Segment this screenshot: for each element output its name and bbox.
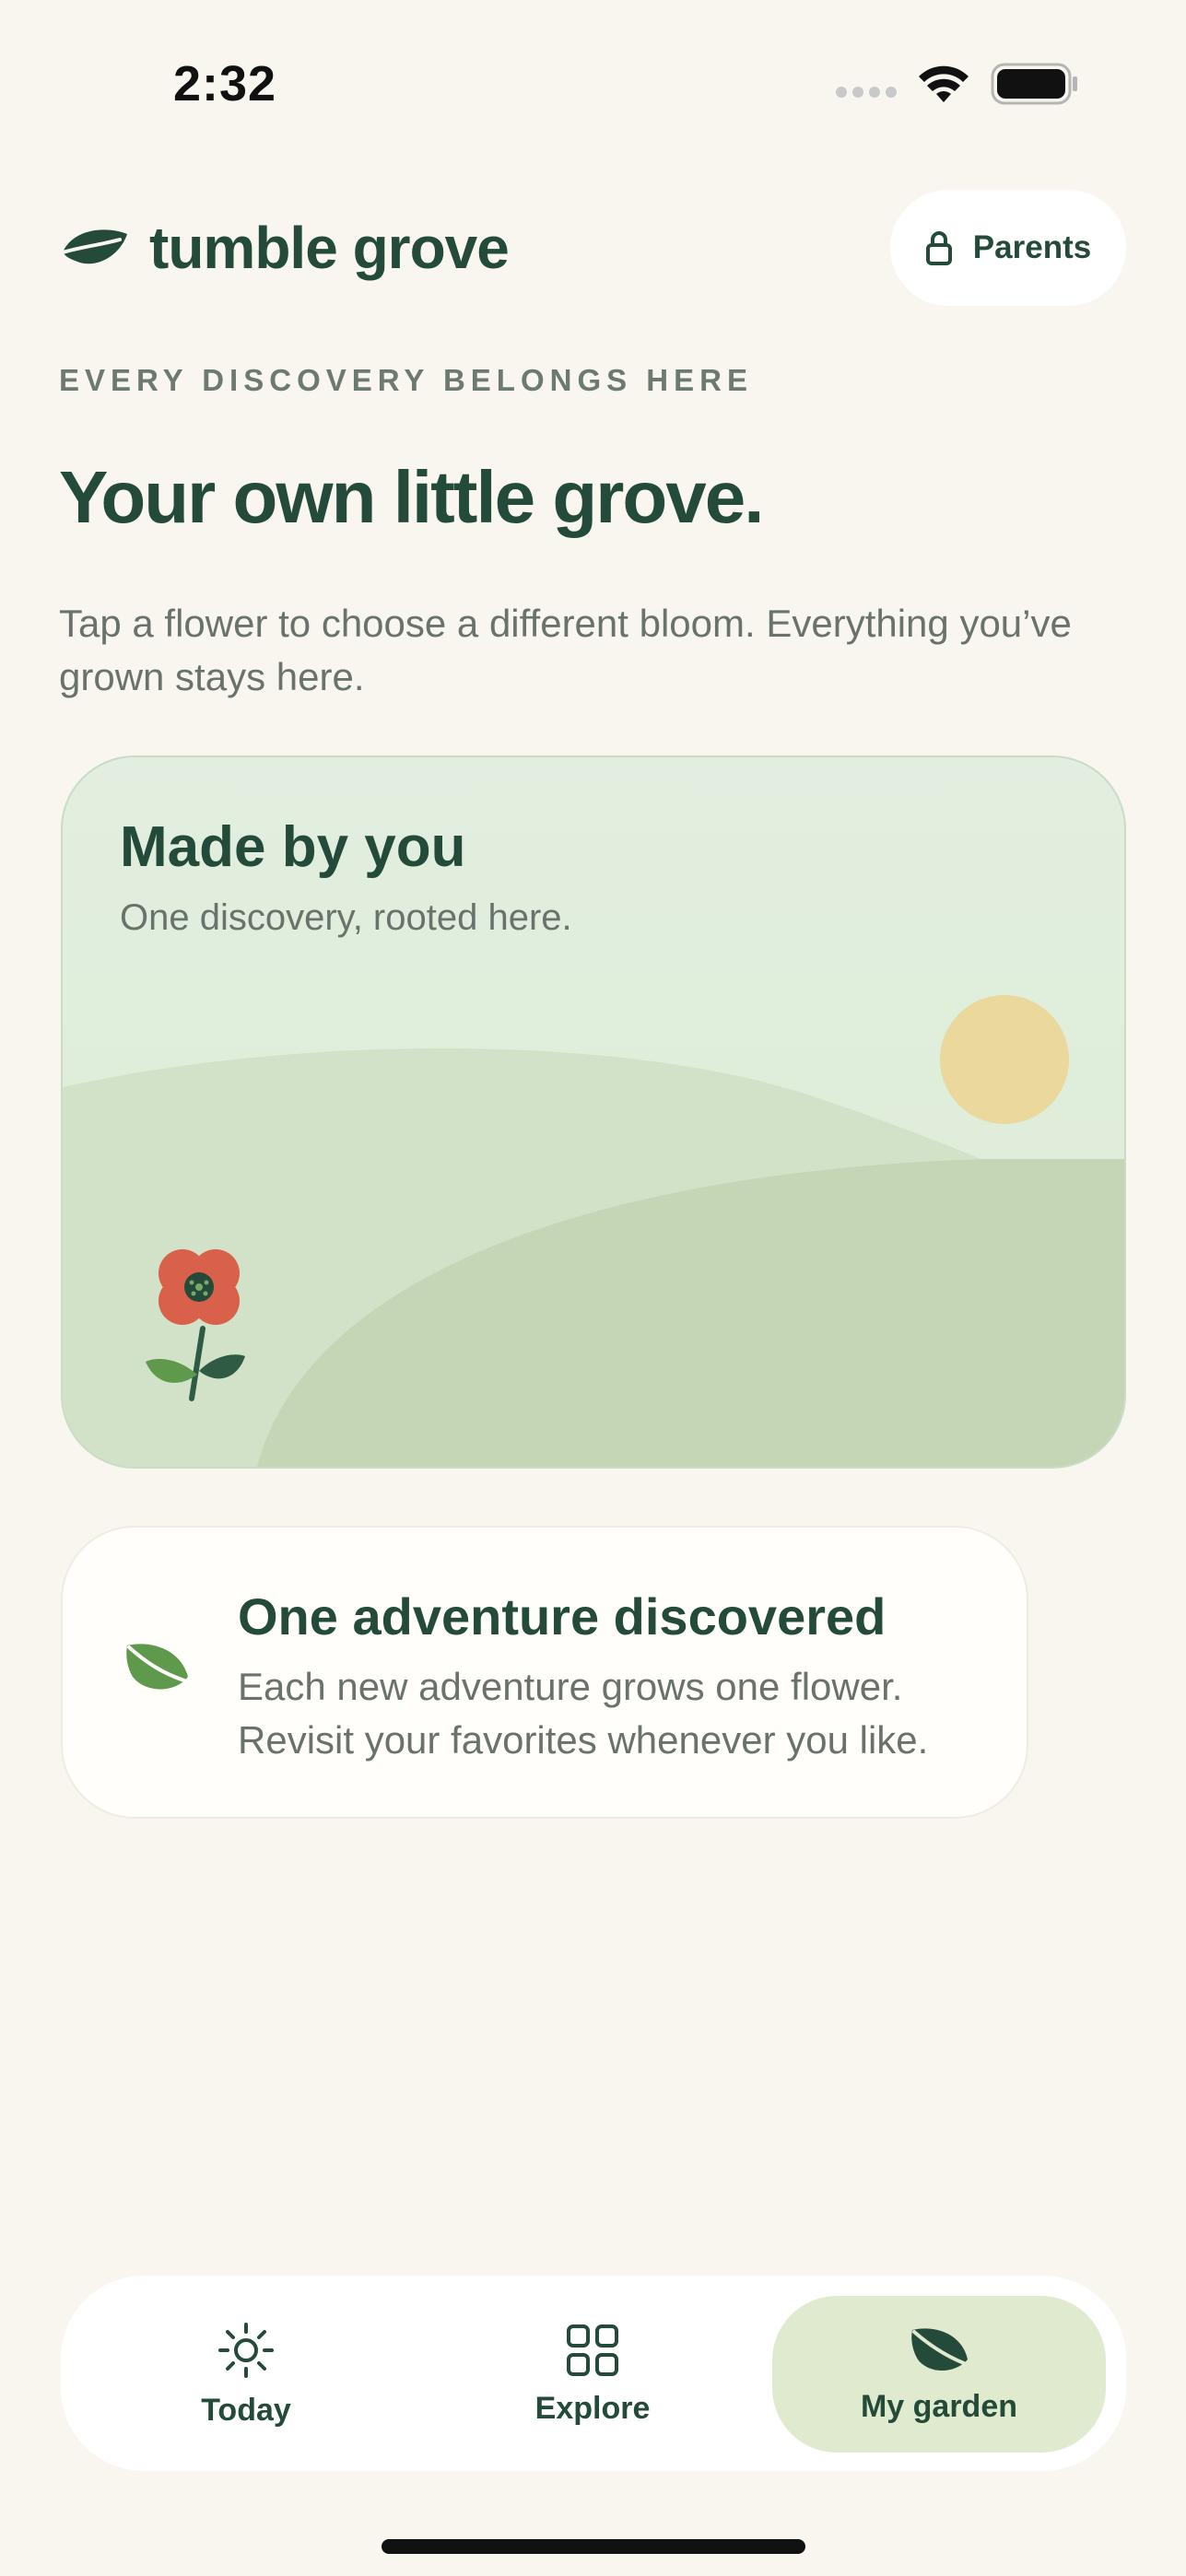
status-time: 2:32 [173,56,277,111]
brand-logo: tumble grove [59,214,510,282]
adventure-summary-card: One adventure discovered Each new advent… [61,1526,1028,1819]
lock-icon [925,231,952,265]
sun-icon [218,2322,274,2378]
garden-screen: 2:32 tumble grove Parents EVERY DISCOVER [0,0,1186,2576]
signal-icon [836,87,897,98]
parents-label: Parents [972,229,1092,265]
page-title: Your own little grove. [59,456,764,538]
tab-my-garden[interactable]: My garden [772,2296,1106,2453]
leaf-logo-icon [61,229,127,264]
adventure-count-title: One adventure discovered [238,1587,887,1645]
parents-button[interactable]: Parents [890,190,1126,306]
wifi-icon [919,65,969,102]
brand-name: tumble grove [149,215,510,281]
status-icons [836,63,1079,105]
tab-bar: Today Explore My garden [61,2276,1126,2471]
garden-title: Made by you [120,815,466,879]
leaf-icon [911,2327,968,2371]
tab-explore[interactable]: Explore [426,2296,759,2453]
garden-card: Made by you One discovery, rooted here. [61,755,1126,1469]
grid-icon [567,2324,618,2376]
tab-my-garden-label: My garden [860,2388,1018,2424]
adventure-description: Each new adventure grows one flower. Rev… [238,1665,929,1762]
leaf-icon [126,1644,188,1690]
tab-today-label: Today [201,2392,291,2428]
sun-shape [940,995,1069,1124]
intro-text: Tap a flower to choose a different bloom… [59,602,1072,698]
flower-icon[interactable] [146,1236,256,1421]
battery-icon [991,63,1077,105]
eyebrow-text: EVERY DISCOVERY BELONGS HERE [59,363,753,397]
home-indicator[interactable] [382,2539,805,2554]
tab-explore-label: Explore [534,2390,651,2426]
tab-today[interactable]: Today [79,2296,413,2453]
garden-subtitle: One discovery, rooted here. [120,897,572,938]
